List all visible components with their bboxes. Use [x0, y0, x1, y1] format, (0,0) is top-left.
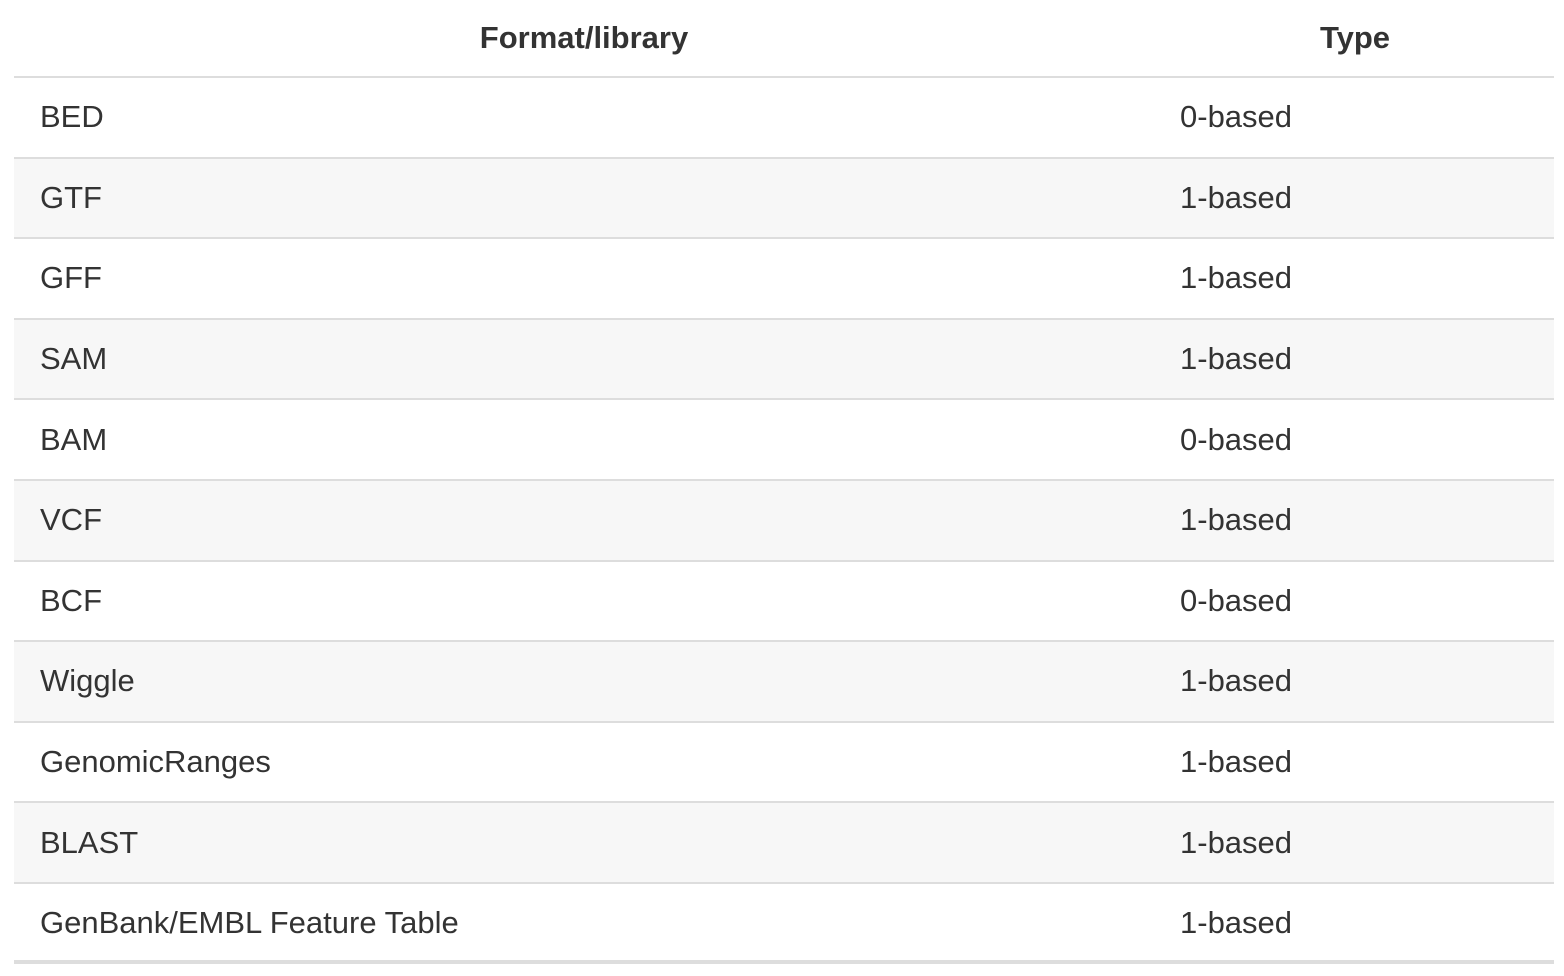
- coordinate-system-table-container: Format/library Type BED 0-based GTF 1-ba…: [14, 0, 1554, 963]
- format-cell: GFF: [14, 237, 1154, 319]
- format-cell: SAM: [14, 317, 1154, 400]
- format-cell: GenBank/EMBL Feature Table: [14, 881, 1154, 963]
- table-row: GTF 1-based: [14, 156, 1554, 239]
- table-row: VCF 1-based: [14, 478, 1554, 561]
- type-cell: 1-based: [1154, 640, 1554, 722]
- table-row: BAM 0-based: [14, 398, 1554, 480]
- format-cell: BLAST: [14, 801, 1154, 883]
- header-type: Type: [1154, 0, 1554, 78]
- header-format-library: Format/library: [14, 0, 1154, 78]
- type-cell: 1-based: [1154, 156, 1554, 239]
- type-cell: 1-based: [1154, 881, 1554, 963]
- table-row: GFF 1-based: [14, 237, 1554, 319]
- format-cell: GenomicRanges: [14, 720, 1154, 803]
- table-header-row: Format/library Type: [14, 0, 1554, 78]
- coordinate-system-table: Format/library Type BED 0-based GTF 1-ba…: [14, 0, 1554, 963]
- table-header: Format/library Type: [14, 0, 1554, 78]
- format-cell: VCF: [14, 478, 1154, 561]
- type-cell: 0-based: [1180, 99, 1293, 135]
- table-bottom-divider: [14, 960, 1554, 964]
- format-cell: BAM: [14, 398, 1154, 480]
- format-cell: BED: [40, 99, 104, 135]
- table-row: GenBank/EMBL Feature Table 1-based: [14, 881, 1554, 963]
- type-cell: 1-based: [1154, 237, 1554, 319]
- table-body: BED 0-based GTF 1-based GFF 1-based SAM …: [14, 77, 1554, 963]
- type-cell: 1-based: [1154, 801, 1554, 883]
- table-row: BLAST 1-based: [14, 801, 1554, 883]
- table-row: SAM 1-based: [14, 317, 1554, 400]
- type-cell: 0-based: [1154, 559, 1554, 642]
- format-cell: GTF: [14, 156, 1154, 239]
- format-cell: BCF: [14, 559, 1154, 642]
- table-row: BCF 0-based: [14, 559, 1554, 642]
- type-cell: 1-based: [1154, 720, 1554, 803]
- type-cell: 0-based: [1154, 398, 1554, 480]
- table-row: BED 0-based: [14, 77, 1554, 158]
- format-cell: Wiggle: [14, 640, 1154, 722]
- type-cell: 1-based: [1154, 317, 1554, 400]
- type-cell: 1-based: [1154, 478, 1554, 561]
- table-row: GenomicRanges 1-based: [14, 720, 1554, 803]
- table-row: Wiggle 1-based: [14, 640, 1554, 722]
